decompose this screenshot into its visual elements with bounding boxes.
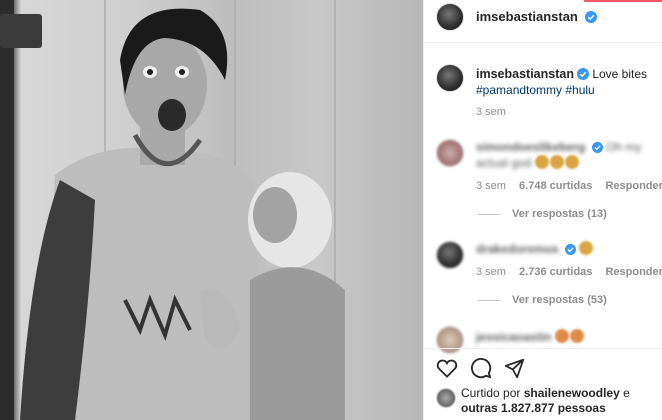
- comment-2: drakedoremus: [476, 241, 658, 256]
- liked-by-connector: e: [623, 386, 630, 400]
- emoji-icon: [564, 155, 579, 169]
- comment-avatar[interactable]: [436, 139, 464, 167]
- view-replies-button[interactable]: Ver respostas (13): [512, 208, 607, 220]
- liker-avatar[interactable]: [436, 388, 456, 408]
- comment-time: 3 sem: [476, 180, 506, 192]
- liked-by-prefix: Curtido por: [461, 386, 521, 400]
- header-divider: [424, 42, 662, 43]
- liker-username[interactable]: shailenewoodley: [524, 386, 620, 400]
- comment-username[interactable]: drakedoremus: [476, 242, 559, 256]
- comment-1-meta: 3 sem 6.748 curtidas Responder: [476, 180, 662, 192]
- likes-summary: Curtido por shailenewoodley e outras 1.8…: [461, 386, 661, 416]
- caption-text: Love bites: [592, 67, 648, 81]
- emoji-icon: [554, 329, 569, 343]
- comment-2-meta: 3 sem 2.736 curtidas Responder: [476, 266, 662, 278]
- verified-icon: [585, 11, 598, 23]
- share-icon[interactable]: [504, 358, 525, 379]
- replies-line: [478, 300, 500, 301]
- post-photo[interactable]: [0, 0, 423, 420]
- emoji-icon: [579, 241, 594, 255]
- follow-accent: [584, 0, 662, 2]
- comment-1: simondoeslikeberg Oh my actual god: [476, 140, 658, 171]
- comment-likes[interactable]: 2.736 curtidas: [519, 266, 592, 278]
- comment-username[interactable]: jessicaoastin: [476, 330, 551, 344]
- comment-time: 3 sem: [476, 266, 506, 278]
- post-sidebar: imsebastianstan imsebastianstan Love bit…: [423, 0, 662, 420]
- comment-3: jessicaoastin: [476, 329, 585, 344]
- photo-illustration: [0, 0, 345, 420]
- comment-username[interactable]: simondoeslikeberg: [476, 140, 585, 154]
- emoji-icon: [534, 155, 549, 169]
- view-replies-button[interactable]: Ver respostas (53): [512, 294, 607, 306]
- reply-button[interactable]: Responder: [605, 180, 662, 192]
- verified-icon: [591, 142, 603, 153]
- caption-time: 3 sem: [476, 106, 506, 118]
- heart-icon[interactable]: [436, 358, 458, 378]
- author-username[interactable]: imsebastianstan: [476, 9, 578, 24]
- verified-icon: [565, 244, 577, 255]
- actions-divider: [424, 348, 662, 349]
- comment-icon[interactable]: [470, 357, 492, 379]
- comment-likes[interactable]: 6.748 curtidas: [519, 180, 592, 192]
- post-header: imsebastianstan: [476, 8, 598, 26]
- author-avatar[interactable]: [436, 3, 464, 31]
- emoji-icon: [549, 155, 564, 169]
- verified-icon: [576, 68, 589, 80]
- caption-avatar[interactable]: [436, 64, 464, 92]
- comment-avatar[interactable]: [436, 241, 464, 269]
- caption-hashtags[interactable]: #pamandtommy #hulu: [476, 83, 595, 97]
- caption-username[interactable]: imsebastianstan: [476, 67, 574, 81]
- replies-line: [478, 214, 500, 215]
- comment-avatar[interactable]: [436, 326, 464, 354]
- reply-button[interactable]: Responder: [605, 266, 662, 278]
- emoji-icon: [569, 329, 584, 343]
- likes-count[interactable]: outras 1.827.877 pessoas: [461, 401, 606, 415]
- caption: imsebastianstan Love bites #pamandtommy …: [476, 66, 656, 98]
